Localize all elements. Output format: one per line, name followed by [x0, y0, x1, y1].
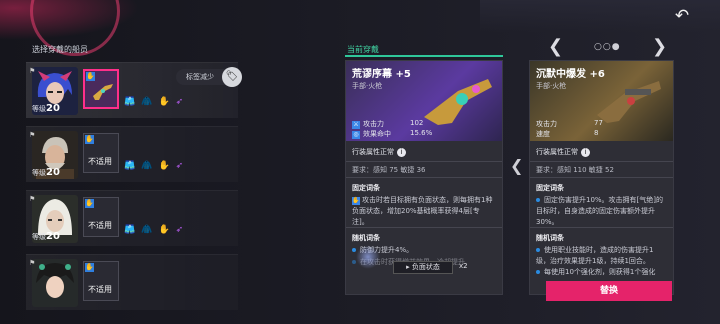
item-slot[interactable]: ✋ 不适用 [83, 197, 119, 237]
current-item-name: 荒谬序幕 +5 [352, 69, 411, 80]
equipped-item-slot[interactable]: ✋ [83, 69, 119, 109]
hand-icon: ✋ [158, 161, 170, 171]
crew-level: 等级20 [32, 231, 60, 242]
bullet-icon [352, 248, 356, 252]
gun-icon [93, 84, 113, 100]
item-slot[interactable]: ✋ 不适用 [83, 133, 119, 173]
random-affix-title: 随机词条 [536, 234, 564, 242]
current-item-panel: 荒谬序幕 +5 手部·火枪 ⚔ 攻击力 102 ◎ 效果命中 15.6% 行装属性正常 i… [345, 60, 503, 295]
not-applicable-text: 不适用 [88, 285, 112, 294]
divider [346, 177, 502, 178]
divider [530, 177, 673, 178]
fixed-affix-title: 固定词条 [352, 184, 380, 192]
feather-icon: ➶ [175, 225, 184, 235]
flag-icon: ⚑ [29, 67, 36, 75]
back-arrow-icon[interactable]: ↶ [670, 6, 694, 26]
fixed-affix: 固定伤害提升10%。攻击拥有[气绝]的目标时，自身造成的固定伤害额外提升30%。 [536, 196, 664, 226]
crew-level: 等级20 [32, 103, 60, 114]
bullet-icon [536, 248, 540, 252]
new-item-type: 手部·火枪 [536, 82, 567, 90]
new-item-panel: 沉默中爆发 +6 手部·火枪 攻击力 77 速度 8 行装属性正常 i 要求：感知 1… [529, 60, 674, 295]
compare-arrow-icon: ❮ [510, 156, 524, 175]
crew-row[interactable]: ⚑ 等级20 ✋ 不适用 🩳 🧥 ✋ ➶ [26, 190, 238, 246]
attribute-icons: 🩳 🧥 ✋ ➶ [124, 97, 183, 107]
crew-level: 等级20 [32, 167, 60, 178]
coat-icon: 🧥 [141, 161, 153, 171]
divider [530, 161, 673, 162]
current-equipped-underline [345, 55, 503, 57]
current-item-header: 荒谬序幕 +5 手部·火枪 ⚔ 攻击力 102 ◎ 效果命中 15.6% [346, 61, 502, 141]
feather-icon: ➶ [175, 97, 184, 107]
crew-row[interactable]: ⚑ 等级20 ✋ 🩳 🧥 ✋ ➶ 标签减少 🏷 [26, 62, 242, 118]
pants-icon: 🩳 [124, 97, 136, 107]
next-item-arrow[interactable]: ❯ [652, 36, 667, 57]
current-item-type: 手部·火枪 [352, 82, 383, 90]
stat-row: ⚔ 攻击力 102 [352, 119, 424, 129]
tag-icon: 🏷 [222, 67, 242, 87]
pants-icon: 🩳 [124, 161, 136, 171]
coat-icon: 🧥 [141, 225, 153, 235]
bullet-icon [536, 270, 540, 274]
flag-icon: ⚑ [29, 195, 36, 203]
hit-icon: ◎ [352, 131, 360, 139]
info-icon[interactable]: i [581, 148, 590, 157]
divider [346, 161, 502, 162]
stat-row: 攻击力 77 [536, 119, 603, 128]
hand-tag-icon: ✋ [352, 197, 360, 205]
attack-icon: ⚔ [352, 121, 360, 129]
random-affix: 使用职业技能时，造成的伤害提升1级，治疗效果提升1级，持续1回合。 [536, 246, 654, 265]
requirement-text: 要求：感知 75 敏捷 36 [352, 166, 426, 174]
tag-reduce-chip[interactable]: 标签减少 🏷 [176, 67, 242, 87]
divider [530, 227, 673, 228]
coat-icon: 🧥 [141, 97, 153, 107]
not-applicable-text: 不适用 [88, 157, 112, 166]
crew-list: ⚑ 等级20 ✋ 🩳 🧥 ✋ ➶ 标签减少 🏷 ⚑ 等级20 ✋ 不适用 🩳 🧥… [26, 62, 256, 324]
attribute-status: 行装属性正常 i [536, 147, 590, 157]
bullet-icon [352, 260, 356, 264]
sparkle-effect [356, 245, 380, 269]
flag-icon: ⚑ [29, 259, 36, 267]
crew-section-title: 选择穿戴的船员 [32, 45, 88, 54]
attribute-icons: 🩳 🧥 ✋ ➶ [124, 225, 183, 235]
random-affix-title: 随机词条 [352, 234, 380, 242]
negative-status-multiplier: x2 [459, 262, 468, 270]
attribute-icons: 🩳 🧥 ✋ ➶ [124, 161, 183, 171]
item-slot[interactable]: ✋ 不适用 [83, 261, 119, 301]
fixed-affix: ✋ 攻击时若目标拥有负面状态，则每拥有1种负面状态，增加20%基础概率获得4层[专… [352, 196, 493, 226]
new-item-body: 行装属性正常 i 要求：感知 110 敏捷 52 固定词条 固定伤害提升10%。攻… [530, 141, 673, 294]
hand-icon: ✋ [158, 225, 170, 235]
stat-row: 速度 8 [536, 129, 599, 138]
crew-row[interactable]: ⚑ ✋ 不适用 [26, 254, 238, 310]
hand-slot-icon: ✋ [85, 263, 94, 272]
attribute-status: 行装属性正常 i [352, 147, 406, 157]
requirement-text: 要求：感知 110 敏捷 52 [536, 166, 614, 174]
info-icon[interactable]: i [397, 148, 406, 157]
random-affix: 每使用10个强化剂，则获得1个强化 [536, 267, 667, 278]
flag-icon: ⚑ [29, 131, 36, 139]
pants-icon: 🩳 [124, 225, 136, 235]
crew-portrait-dark-hair [32, 259, 78, 307]
negative-status-button[interactable]: ▸ 负面状态 [393, 261, 453, 274]
feather-icon: ➶ [175, 161, 184, 171]
page-dots: ○○● [594, 42, 621, 52]
prev-item-arrow[interactable]: ❮ [548, 36, 563, 57]
divider [346, 227, 502, 228]
new-item-header: 沉默中爆发 +6 手部·火枪 攻击力 77 速度 8 [530, 61, 673, 141]
hand-icon: ✋ [158, 97, 170, 107]
current-equipped-label: 当前穿戴 [347, 45, 379, 54]
replace-button[interactable]: 替换 [546, 281, 672, 301]
fixed-affix-title: 固定词条 [536, 184, 564, 192]
hand-slot-icon: ✋ [85, 135, 94, 144]
hand-slot-icon: ✋ [85, 199, 94, 208]
stat-row: ◎ 效果命中 15.6% [352, 129, 433, 139]
bullet-icon [536, 198, 540, 202]
not-applicable-text: 不适用 [88, 221, 112, 230]
crew-row[interactable]: ⚑ 等级20 ✋ 不适用 🩳 🧥 ✋ ➶ [26, 126, 238, 182]
